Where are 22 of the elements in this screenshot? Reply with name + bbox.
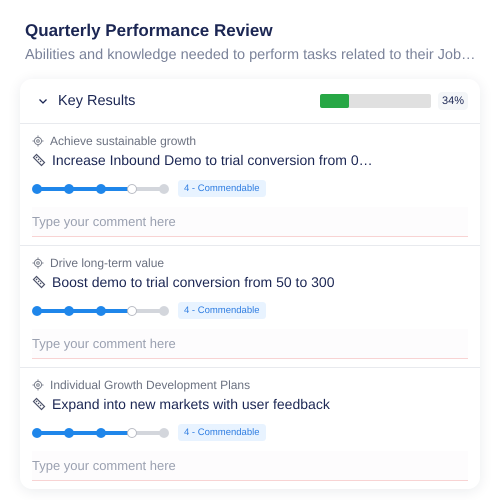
target-icon <box>32 135 44 147</box>
rating-slider[interactable] <box>32 426 169 438</box>
key-result-title: Expand into new markets with user feedback <box>52 396 330 412</box>
key-result-title: Increase Inbound Demo to trial conversion from 0… <box>52 152 373 168</box>
objective-label: Achieve sustainable growth <box>50 134 196 148</box>
key-result-title: Boost demo to trial conversion from 50 to 300 <box>52 274 334 290</box>
objective-label: Individual Growth Development Plans <box>50 378 250 392</box>
rating-slider[interactable] <box>32 304 169 316</box>
ruler-icon <box>32 397 46 411</box>
page-subtitle: Abilities and knowledge needed to perform tasks related to their Job… <box>25 46 477 65</box>
target-icon <box>32 257 44 269</box>
section-title: Key Results <box>58 93 136 109</box>
page-title: Quarterly Performance Review <box>25 20 274 42</box>
progress-percent: 34% <box>438 92 468 110</box>
rating-label: 4 - Commendable <box>178 180 266 197</box>
rating-slider[interactable] <box>32 182 169 194</box>
ruler-icon <box>32 153 46 167</box>
rating-label: 4 - Commendable <box>178 302 266 319</box>
ruler-icon <box>32 275 46 289</box>
objective-label: Drive long-term value <box>50 256 164 270</box>
rating-label: 4 - Commendable <box>178 424 266 441</box>
target-icon <box>32 379 44 391</box>
